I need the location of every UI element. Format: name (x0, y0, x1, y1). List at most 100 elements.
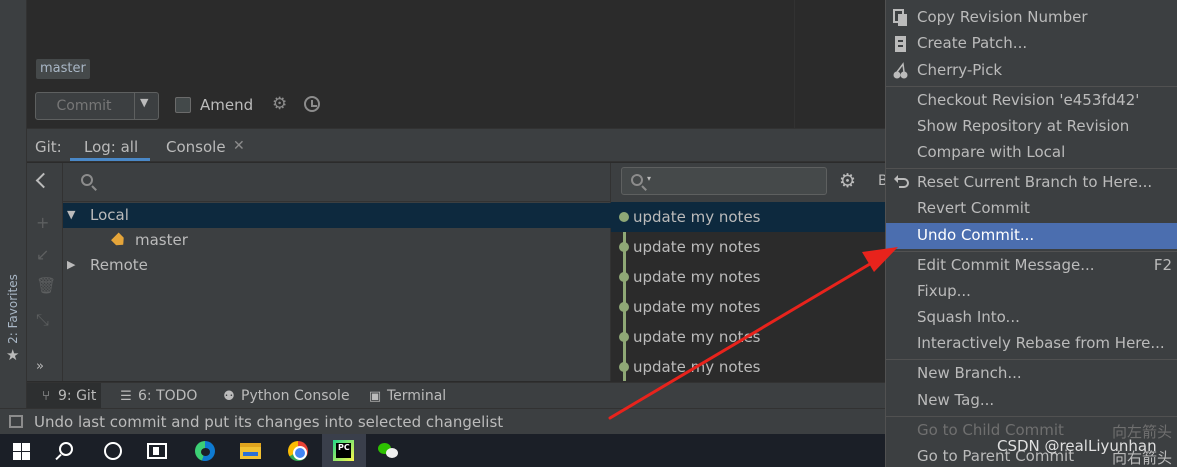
commit-row[interactable]: update my notes (611, 292, 885, 322)
git-branch-icon: ⑂ (42, 389, 50, 404)
plus-icon[interactable]: + (36, 213, 49, 232)
tree-node-remote[interactable]: ▶ Remote (63, 253, 611, 278)
active-tab-indicator (70, 158, 150, 161)
trash-icon[interactable]: 🗑 (36, 276, 56, 295)
tool-window-strip: ⑂ 9: Git ☰ 6: TODO ⚉ Python Console ▣ Termin… (27, 382, 885, 409)
commit-button-divider (134, 93, 135, 119)
chrome-browser-icon[interactable] (288, 441, 308, 461)
commit-node-icon (619, 272, 629, 282)
status-message: Undo last commit and put its changes int… (34, 413, 504, 431)
menu-item-cherry-pick[interactable]: Cherry-Pick (886, 58, 1177, 84)
menu-item-label: Interactively Rebase from Here... (917, 334, 1165, 352)
branch-search-input[interactable] (63, 163, 611, 202)
search-options-chevron-icon[interactable]: ▾ (647, 174, 651, 183)
tool-window-python-console[interactable]: ⚉ Python Console (222, 383, 349, 409)
git-tool-window-tabs: Git: Log: all Console ✕ (27, 128, 885, 162)
expanded-triangle-icon[interactable]: ▼ (67, 208, 75, 221)
commit-context-menu: Copy Revision Number Create Patch... Che… (885, 0, 1177, 467)
commit-message: update my notes (633, 208, 761, 226)
menu-item-revert-commit[interactable]: Revert Commit (886, 196, 1177, 222)
menu-item-label: Show Repository at Revision (917, 117, 1130, 135)
menu-item-undo-commit[interactable]: Undo Commit... (886, 223, 1177, 249)
cortana-icon[interactable] (104, 442, 122, 460)
pycharm-icon[interactable]: PC (333, 440, 354, 461)
wechat-icon[interactable] (378, 443, 398, 459)
search-icon (81, 174, 93, 186)
cherry-icon (893, 62, 909, 80)
menu-item-reset-branch[interactable]: Reset Current Branch to Here... (886, 170, 1177, 196)
task-view-icon[interactable] (147, 443, 167, 459)
tool-window-label: 6: TODO (138, 388, 198, 404)
reset-icon (893, 174, 909, 192)
star-icon[interactable]: ★ (6, 346, 19, 364)
tree-node-local[interactable]: ▼ Local (63, 203, 611, 228)
tree-node-label: Local (90, 206, 129, 224)
menu-item-fixup[interactable]: Fixup... (886, 279, 1177, 305)
menu-item-show-repository[interactable]: Show Repository at Revision (886, 114, 1177, 140)
menu-item-label: Compare with Local (917, 143, 1066, 161)
commit-node-icon (619, 332, 629, 342)
tool-window-todo[interactable]: ☰ 6: TODO (119, 383, 197, 409)
commit-row[interactable]: update my notes (611, 352, 885, 382)
collapsed-triangle-icon[interactable]: ▶ (67, 258, 75, 271)
clock-icon[interactable] (304, 96, 320, 112)
tab-log-all[interactable]: Log: all (84, 138, 138, 156)
tool-window-label: 9: Git (58, 388, 97, 404)
terminal-icon: ▣ (368, 389, 382, 404)
windows-start-icon[interactable] (13, 443, 30, 460)
menu-item-label: Squash Into... (917, 308, 1020, 326)
compare-icon[interactable]: ⤡ (36, 310, 49, 330)
taskbar-search-icon[interactable] (59, 442, 73, 456)
commit-row[interactable]: update my notes (611, 202, 885, 232)
menu-item-checkout-revision[interactable]: Checkout Revision 'e453fd42' (886, 88, 1177, 114)
tool-window-git[interactable]: ⑂ 9: Git (27, 383, 101, 409)
menu-item-squash-into[interactable]: Squash Into... (886, 305, 1177, 331)
log-search-input[interactable]: ▾ (621, 167, 827, 195)
tree-node-master[interactable]: master (63, 228, 611, 253)
update-arrow-icon[interactable]: ↙ (36, 245, 49, 264)
menu-item-new-branch[interactable]: New Branch... (886, 361, 1177, 387)
amend-checkbox[interactable] (175, 97, 191, 113)
commit-message: update my notes (633, 298, 761, 316)
file-explorer-icon[interactable] (240, 443, 261, 459)
edge-browser-icon[interactable] (195, 441, 215, 461)
tool-window-terminal[interactable]: ▣ Terminal (368, 383, 446, 409)
menu-item-label: Copy Revision Number (917, 8, 1088, 26)
chevron-left-icon[interactable] (35, 172, 52, 189)
more-icon[interactable]: » (36, 359, 44, 374)
commit-message: update my notes (633, 238, 761, 256)
status-bar: Undo last commit and put its changes int… (0, 408, 885, 434)
menu-item-compare-with-local[interactable]: Compare with Local (886, 140, 1177, 166)
menu-item-create-patch[interactable]: Create Patch... (886, 31, 1177, 57)
tab-console[interactable]: Console (166, 138, 226, 156)
commit-button[interactable]: Commit ▼ (35, 92, 159, 120)
menu-item-label: New Branch... (917, 364, 1022, 382)
close-icon[interactable]: ✕ (233, 138, 245, 154)
commit-row[interactable]: update my notes (611, 232, 885, 262)
commit-message: update my notes (633, 268, 761, 286)
menu-item-interactive-rebase[interactable]: Interactively Rebase from Here... (886, 331, 1177, 357)
chevron-down-icon[interactable]: ▼ (140, 96, 148, 109)
branches-panel: ▼ Local master ▶ Remote (63, 163, 611, 381)
menu-item-label: Checkout Revision 'e453fd42' (917, 91, 1140, 109)
menu-item-label: Cherry-Pick (917, 61, 1003, 79)
git-tabs-prefix: Git: (35, 138, 62, 156)
menu-item-edit-commit-message[interactable]: Edit Commit Message... F2 (886, 253, 1177, 279)
menu-item-label: Edit Commit Message... (917, 256, 1095, 274)
commit-node-icon (619, 212, 629, 222)
gear-icon[interactable]: ⚙ (272, 94, 287, 114)
menu-item-copy-revision-number[interactable]: Copy Revision Number (886, 5, 1177, 31)
commit-row[interactable]: update my notes (611, 262, 885, 292)
gear-icon[interactable]: ⚙ (839, 170, 856, 192)
menu-item-new-tag[interactable]: New Tag... (886, 388, 1177, 414)
todo-list-icon: ☰ (120, 389, 132, 404)
copy-icon (893, 9, 909, 27)
tree-node-label: master (135, 231, 188, 249)
menu-separator (886, 168, 1177, 169)
commit-row[interactable]: update my notes (611, 322, 885, 352)
favorites-tab[interactable]: 2: Favorites (1, 274, 25, 344)
window-toggle-icon[interactable] (9, 415, 23, 428)
branches-toolbar: + ↙ 🗑 ⤡ » (27, 163, 63, 381)
tree-node-label: Remote (90, 256, 148, 274)
commit-message: update my notes (633, 328, 761, 346)
